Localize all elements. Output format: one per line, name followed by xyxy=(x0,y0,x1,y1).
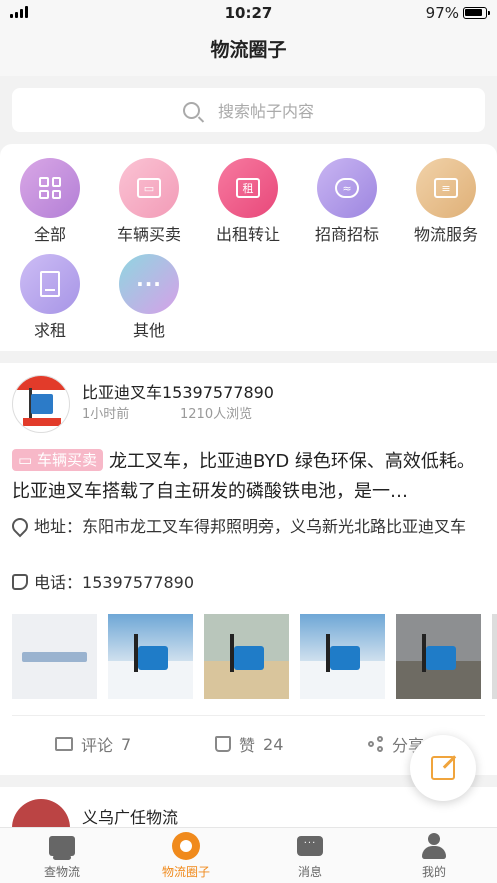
logistics-icon: ≡ xyxy=(416,158,476,218)
category-want-rent[interactable]: 求租 xyxy=(10,254,90,341)
thumbs-up-icon xyxy=(215,736,231,752)
tab-track-logistics[interactable]: 查物流 xyxy=(12,832,112,880)
share-icon xyxy=(368,736,384,752)
tab-bar: 查物流 物流圈子 ··· 消息 我的 xyxy=(0,827,497,883)
search-area: 搜索帖子内容 xyxy=(0,76,497,144)
search-icon xyxy=(182,101,200,119)
aperture-icon xyxy=(172,832,200,860)
comment-count: 7 xyxy=(121,734,132,754)
battery-icon xyxy=(463,7,490,19)
category-other[interactable]: ··· 其他 xyxy=(109,254,189,341)
tab-label: 我的 xyxy=(421,865,446,879)
category-label: 物流服务 xyxy=(413,225,478,244)
post-tag: ▭ 车辆买卖 xyxy=(12,449,103,471)
address-text: 东阳市龙工叉车得邦照明旁，义乌新光北路比亚迪叉车 xyxy=(82,517,467,536)
category-label: 全部 xyxy=(33,225,66,244)
post-phone[interactable]: 电话：15397577890 xyxy=(12,570,194,596)
rent-icon-text: 租 xyxy=(236,178,260,198)
post-author[interactable]: 比亚迪叉车15397577890 xyxy=(82,379,274,403)
category-grid: 全部 ▭ 车辆买卖 租 出租转让 ≈ 招商招标 ≡ 物流服务 求租 ··· 其他 xyxy=(0,144,497,351)
document-icon xyxy=(20,254,80,314)
post-image[interactable] xyxy=(204,614,289,699)
location-pin-icon xyxy=(8,514,32,538)
comment-button[interactable]: 评论 7 xyxy=(55,732,131,756)
post-image[interactable] xyxy=(108,614,193,699)
category-label: 招商招标 xyxy=(314,225,379,244)
avatar[interactable] xyxy=(12,375,70,433)
search-placeholder: 搜索帖子内容 xyxy=(217,102,314,121)
category-label: 求租 xyxy=(33,321,66,340)
tab-label: 物流圈子 xyxy=(161,865,210,879)
user-icon xyxy=(421,833,447,859)
category-bidding[interactable]: ≈ 招商招标 xyxy=(307,158,387,245)
post-image[interactable] xyxy=(396,614,481,699)
comment-label: 评论 xyxy=(81,736,114,755)
more-icon-dots: ··· xyxy=(136,272,162,296)
tab-label: 消息 xyxy=(297,865,322,879)
tab-profile[interactable]: 我的 xyxy=(384,832,484,880)
post-image[interactable] xyxy=(492,614,497,699)
truck-icon xyxy=(49,836,75,860)
rent-icon: 租 xyxy=(218,158,278,218)
category-rent-transfer[interactable]: 租 出租转让 xyxy=(208,158,288,245)
category-label: 其他 xyxy=(132,321,165,340)
status-time: 10:27 xyxy=(224,4,273,22)
message-icon: ··· xyxy=(297,836,323,856)
post-author[interactable]: 义乌广任物流 xyxy=(82,804,178,828)
edit-icon xyxy=(431,756,455,780)
status-bar: 10:27 97% xyxy=(0,0,497,26)
comment-icon xyxy=(55,737,73,751)
new-post-button[interactable] xyxy=(410,735,476,801)
page-title: 物流圈子 xyxy=(0,26,497,76)
phone-label: 电话： xyxy=(34,573,83,592)
tab-logistics-circle[interactable]: 物流圈子 xyxy=(136,832,236,880)
category-all[interactable]: 全部 xyxy=(10,158,90,245)
post-card[interactable]: 比亚迪叉车15397577890 1小时前 1210人浏览 ▭ 车辆买卖 龙工叉车… xyxy=(0,363,497,775)
battery-percent: 97% xyxy=(425,4,459,22)
grid-icon xyxy=(20,158,80,218)
like-label: 赞 xyxy=(239,736,256,755)
post-address: 地址：东阳市龙工叉车得邦照明旁，义乌新光北路比亚迪叉车 xyxy=(8,514,487,540)
post-time: 1小时前 xyxy=(82,407,130,422)
post-image[interactable] xyxy=(300,614,385,699)
tab-label: 查物流 xyxy=(43,865,80,879)
post-content[interactable]: ▭ 车辆买卖 龙工叉车，比亚迪BYD 绿色环保、高效低耗。比亚迪叉车搭载了自主研发… xyxy=(12,447,484,507)
like-count: 24 xyxy=(263,734,284,754)
search-input[interactable]: 搜索帖子内容 xyxy=(12,88,485,132)
post-images xyxy=(12,614,497,699)
truck-sale-icon: ▭ xyxy=(119,158,179,218)
handshake-icon: ≈ xyxy=(317,158,377,218)
more-icon: ··· xyxy=(119,254,179,314)
category-label: 出租转让 xyxy=(215,225,280,244)
phone-icon xyxy=(12,574,28,590)
address-label: 地址： xyxy=(34,517,83,536)
post-image[interactable] xyxy=(12,614,97,699)
phone-number[interactable]: 15397577890 xyxy=(82,573,194,592)
category-vehicle-trade[interactable]: ▭ 车辆买卖 xyxy=(109,158,189,245)
tab-messages[interactable]: ··· 消息 xyxy=(260,832,360,880)
category-label: 车辆买卖 xyxy=(116,225,181,244)
category-logistics-service[interactable]: ≡ 物流服务 xyxy=(406,158,486,245)
post-views: 1210人浏览 xyxy=(180,407,253,422)
like-button[interactable]: 赞 24 xyxy=(215,732,283,756)
